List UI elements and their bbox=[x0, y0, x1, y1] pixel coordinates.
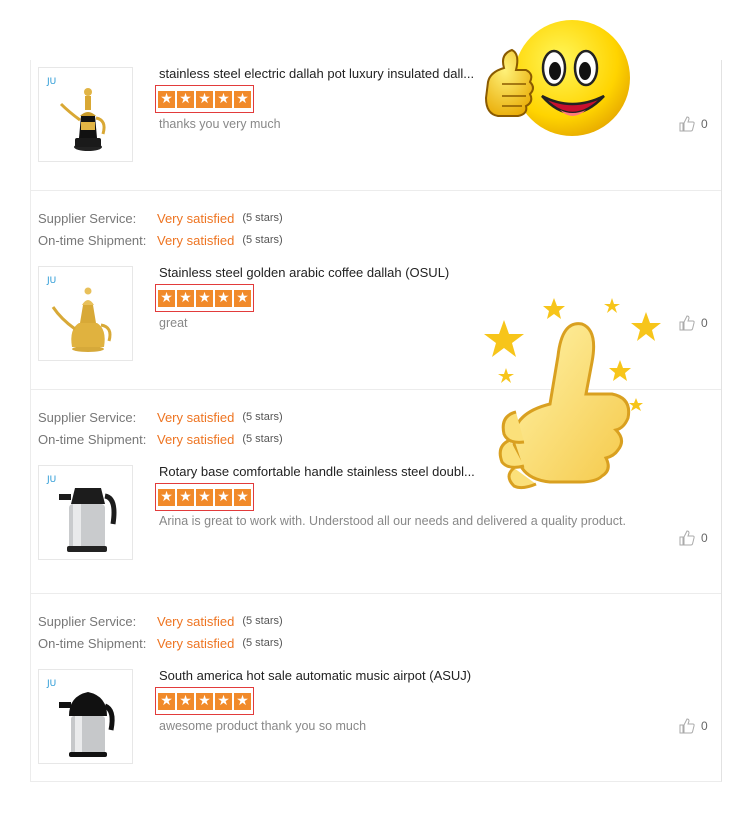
smiley-thumbs-up-icon bbox=[484, 20, 630, 136]
thumbs-up-icon bbox=[679, 116, 695, 132]
thumbs-up-with-stars-icon bbox=[484, 298, 661, 490]
thumbs-up-icon bbox=[679, 530, 695, 546]
svg-text:JU: JU bbox=[46, 77, 56, 87]
svg-text:JU: JU bbox=[46, 679, 56, 689]
product-thumbnail[interactable]: JU bbox=[38, 465, 133, 560]
supplier-service-stars: (5 stars) bbox=[242, 212, 283, 224]
star-icon: ★ bbox=[158, 692, 175, 710]
star-icon: ★ bbox=[234, 289, 251, 307]
thumbs-up-icon bbox=[679, 718, 695, 734]
product-thumbnail[interactable]: JU bbox=[38, 67, 133, 162]
supplier-service-rating: Supplier Service: Very satisfied (5 star… bbox=[38, 611, 283, 631]
star-icon: ★ bbox=[234, 692, 251, 710]
review-comment: awesome product thank you so much bbox=[159, 719, 367, 733]
supplier-service-rating: Supplier Service: Very satisfied (5 star… bbox=[38, 407, 283, 427]
review-comment: Arina is great to work with. Understood … bbox=[159, 514, 626, 528]
product-thumbnail[interactable]: JU bbox=[38, 669, 133, 764]
svg-text:JU: JU bbox=[46, 276, 56, 286]
ontime-shipment-stars: (5 stars) bbox=[242, 433, 283, 445]
like-button[interactable]: 0 bbox=[679, 315, 708, 331]
star-icon: ★ bbox=[177, 692, 194, 710]
ontime-shipment-label: On-time Shipment: bbox=[38, 431, 147, 447]
supplier-service-rating: Supplier Service: Very satisfied (5 star… bbox=[38, 208, 283, 228]
gold-electric-dallah-icon: JU bbox=[46, 77, 106, 151]
rating-stars-box: ★ ★ ★ ★ ★ bbox=[155, 687, 254, 715]
star-icon: ★ bbox=[158, 90, 175, 108]
product-title[interactable]: stainless steel electric dallah pot luxu… bbox=[159, 66, 489, 82]
ontime-shipment-value: Very satisfied bbox=[157, 635, 235, 651]
supplier-service-label: Supplier Service: bbox=[38, 613, 137, 629]
star-icon: ★ bbox=[215, 90, 232, 108]
rating-stars-box: ★ ★ ★ ★ ★ bbox=[155, 483, 254, 511]
star-icon: ★ bbox=[196, 90, 213, 108]
ontime-shipment-stars: (5 stars) bbox=[242, 637, 283, 649]
product-title[interactable]: South america hot sale automatic music a… bbox=[159, 668, 489, 684]
like-button[interactable]: 0 bbox=[679, 530, 708, 546]
ontime-shipment-label: On-time Shipment: bbox=[38, 635, 147, 651]
star-icon: ★ bbox=[196, 289, 213, 307]
star-icon: ★ bbox=[177, 289, 194, 307]
product-title[interactable]: Rotary base comfortable handle stainless… bbox=[159, 464, 489, 480]
star-icon: ★ bbox=[215, 289, 232, 307]
svg-text:JU: JU bbox=[46, 475, 56, 485]
star-icon: ★ bbox=[196, 488, 213, 506]
star-icon: ★ bbox=[177, 488, 194, 506]
golden-dallah-icon: JU bbox=[46, 276, 112, 352]
ontime-shipment-value: Very satisfied bbox=[157, 431, 235, 447]
supplier-service-stars: (5 stars) bbox=[242, 615, 283, 627]
like-count: 0 bbox=[701, 117, 708, 131]
star-icon: ★ bbox=[215, 488, 232, 506]
supplier-service-stars: (5 stars) bbox=[242, 411, 283, 423]
ontime-shipment-rating: On-time Shipment: Very satisfied (5 star… bbox=[38, 230, 283, 250]
rating-stars-box: ★ ★ ★ ★ ★ bbox=[155, 85, 254, 113]
supplier-service-value: Very satisfied bbox=[157, 210, 235, 226]
star-icon: ★ bbox=[177, 90, 194, 108]
thumbs-up-icon bbox=[679, 315, 695, 331]
silver-airpot-icon: JU bbox=[46, 475, 117, 552]
ontime-shipment-label: On-time Shipment: bbox=[38, 232, 147, 248]
star-icon: ★ bbox=[158, 289, 175, 307]
star-icon: ★ bbox=[234, 488, 251, 506]
like-button[interactable]: 0 bbox=[679, 718, 708, 734]
supplier-service-label: Supplier Service: bbox=[38, 210, 137, 226]
star-icon: ★ bbox=[196, 692, 213, 710]
like-count: 0 bbox=[701, 531, 708, 545]
supplier-service-value: Very satisfied bbox=[157, 613, 235, 629]
like-count: 0 bbox=[701, 719, 708, 733]
star-icon: ★ bbox=[215, 692, 232, 710]
star-icon: ★ bbox=[234, 90, 251, 108]
ontime-shipment-value: Very satisfied bbox=[157, 232, 235, 248]
like-button[interactable]: 0 bbox=[679, 116, 708, 132]
supplier-service-label: Supplier Service: bbox=[38, 409, 137, 425]
supplier-service-value: Very satisfied bbox=[157, 409, 235, 425]
black-silver-airpot-icon: JU bbox=[46, 679, 115, 757]
product-thumbnail[interactable]: JU bbox=[38, 266, 133, 361]
star-icon: ★ bbox=[158, 488, 175, 506]
rating-stars-box: ★ ★ ★ ★ ★ bbox=[155, 284, 254, 312]
ontime-shipment-rating: On-time Shipment: Very satisfied (5 star… bbox=[38, 633, 283, 653]
like-count: 0 bbox=[701, 316, 708, 330]
ontime-shipment-rating: On-time Shipment: Very satisfied (5 star… bbox=[38, 429, 283, 449]
review-card: Supplier Service: Very satisfied (5 star… bbox=[31, 594, 721, 782]
ontime-shipment-stars: (5 stars) bbox=[242, 234, 283, 246]
product-title[interactable]: Stainless steel golden arabic coffee dal… bbox=[159, 265, 489, 281]
